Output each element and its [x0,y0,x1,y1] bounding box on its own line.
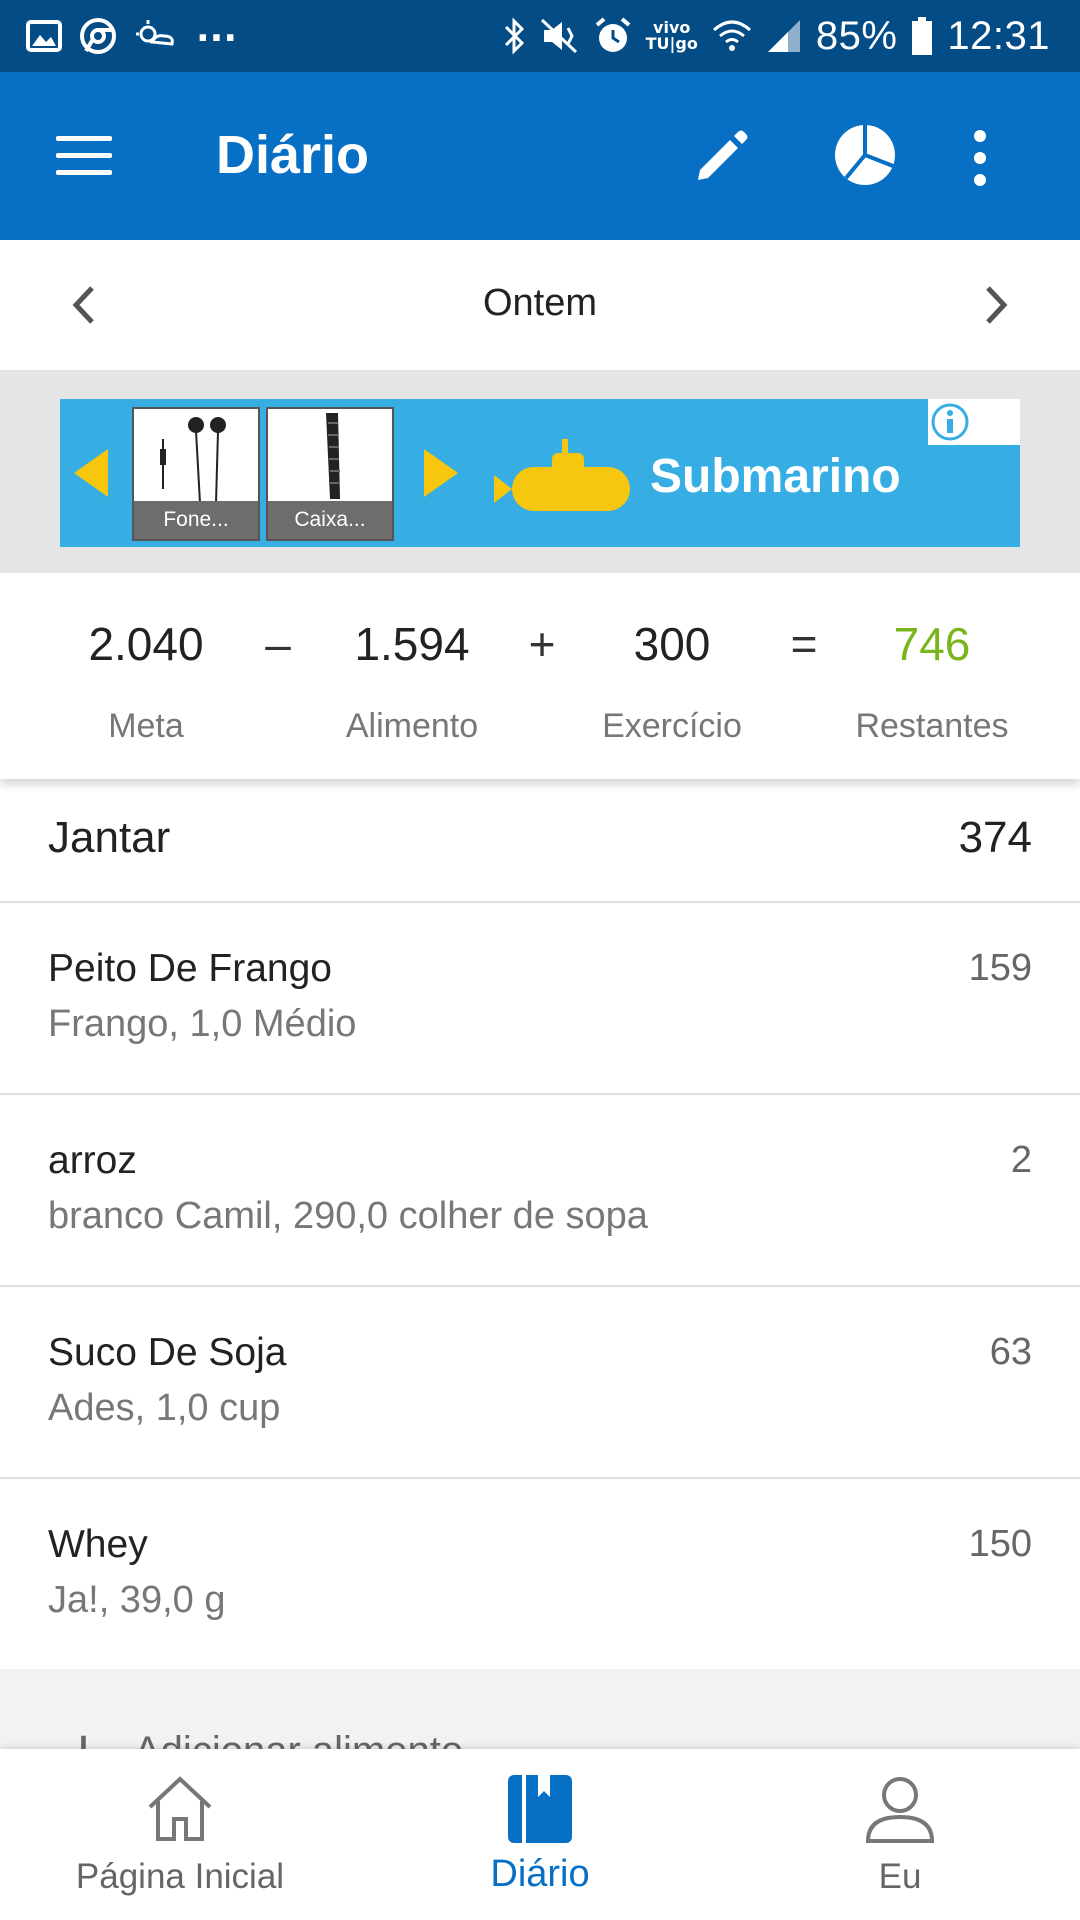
ad-banner[interactable]: Fone... Caixa... Submarino [60,399,1020,547]
remaining-value: 746 [893,618,971,670]
equals-operator: = [790,618,818,670]
status-bar: ... vivo TU|go 85% 12:31 [0,0,1080,72]
earphones-icon [160,417,226,504]
date-navigator: Ontem [0,240,1080,371]
ad-brand: Submarino [650,450,901,503]
summary-exercise: 300 Exercício [572,617,772,746]
food-name: Whey [48,1523,148,1566]
more-notifications: ... [196,8,238,50]
carrier-logo: vivo TU|go [645,18,698,53]
info-icon[interactable] [928,399,972,445]
food-calories: 159 [968,947,1032,989]
ad-controls [928,399,1020,485]
chevron-right-icon[interactable] [970,278,1020,332]
battery-icon [912,17,933,55]
food-description: Ja!, 39,0 g [48,1579,226,1621]
meal-total: 374 [958,813,1032,862]
plus-operator: + [528,618,556,670]
meal-name: Jantar [48,813,171,862]
page-title: Diário [216,125,370,185]
gallery-icon [26,20,62,52]
list-item[interactable]: Whey Ja!, 39,0 g 150 [0,1479,1080,1671]
food-value: 1.594 [354,618,470,670]
list-item[interactable]: arroz branco Camil, 290,0 colher de sopa… [0,1095,1080,1287]
more-vert-icon[interactable] [968,128,992,188]
food-label: Alimento [345,707,479,745]
pencil-icon[interactable] [690,124,754,188]
home-icon [148,1776,212,1841]
more-horiz-icon[interactable]: ••• [960,1741,1030,1749]
add-food-row[interactable]: + Adicionar alimento ••• [0,1669,1080,1749]
bottom-navigation: Página Inicial Diário Eu [0,1749,1080,1920]
food-description: Ades, 1,0 cup [48,1387,281,1429]
ad-prev-arrow-icon[interactable] [74,449,108,497]
goal-label: Meta [108,707,184,745]
close-icon[interactable] [928,449,972,495]
bluetooth-icon [504,17,524,55]
nav-label: Página Inicial [75,1857,285,1896]
summary-food: 1.594 Alimento [312,617,512,746]
meal-header[interactable]: Jantar 374 [0,779,1080,903]
food-name: Peito De Frango [48,947,332,990]
remaining-label: Restantes [855,707,1009,745]
menu-icon[interactable] [56,136,112,176]
food-description: Frango, 1,0 Médio [48,1003,357,1045]
list-item[interactable]: Suco De Soja Ades, 1,0 cup 63 [0,1287,1080,1479]
exercise-label: Exercício [602,707,742,745]
ad-next-arrow-icon[interactable] [424,449,458,497]
food-calories: 63 [989,1331,1032,1373]
weather-icon [136,20,174,46]
food-calories: 150 [968,1523,1032,1565]
exercise-value: 300 [633,618,711,670]
nav-item-diary[interactable]: Diário [360,1749,720,1920]
summary-remaining: 746 Restantes [832,617,1032,746]
food-calories: 2 [1010,1139,1032,1181]
alarm-icon [595,17,630,52]
food-description: branco Camil, 290,0 colher de sopa [48,1195,648,1237]
diary-icon [508,1775,572,1843]
app-bar: Diário [0,72,1080,240]
wifi-icon [712,20,751,51]
nav-item-me[interactable]: Eu [720,1749,1080,1920]
date-label[interactable]: Ontem [0,282,1080,325]
chrome-icon [80,18,116,54]
list-item[interactable]: Peito De Frango Frango, 1,0 Médio 159 [0,903,1080,1095]
ad-product[interactable]: Fone... [132,407,260,541]
nav-label: Diário [490,1853,590,1895]
summary-goal: 2.040 Meta [46,617,246,746]
calorie-summary[interactable]: 2.040 Meta – 1.594 Alimento + 300 Exercí… [0,573,1080,779]
food-name: arroz [48,1139,137,1182]
ad-product-caption: Caixa... [268,501,392,539]
clock: 12:31 [947,13,1050,58]
minus-operator: – [265,618,291,670]
nav-item-home[interactable]: Página Inicial [0,1749,360,1920]
ad-area: Fone... Caixa... Submarino [0,371,1080,573]
ad-product-caption: Fone... [134,501,258,539]
food-name: Suco De Soja [48,1331,287,1374]
plus-icon: + [60,1725,107,1750]
mute-icon [540,18,577,54]
speaker-icon [326,413,340,499]
ad-product[interactable]: Caixa... [266,407,394,541]
pie-chart-icon[interactable] [832,122,898,188]
goal-value: 2.040 [88,618,204,670]
add-food-button[interactable]: Adicionar alimento [134,1729,463,1749]
battery-percent: 85% [815,13,898,58]
person-icon [865,1777,935,1843]
signal-icon [767,20,800,52]
submarine-logo-icon [494,439,630,511]
nav-label: Eu [878,1857,922,1896]
